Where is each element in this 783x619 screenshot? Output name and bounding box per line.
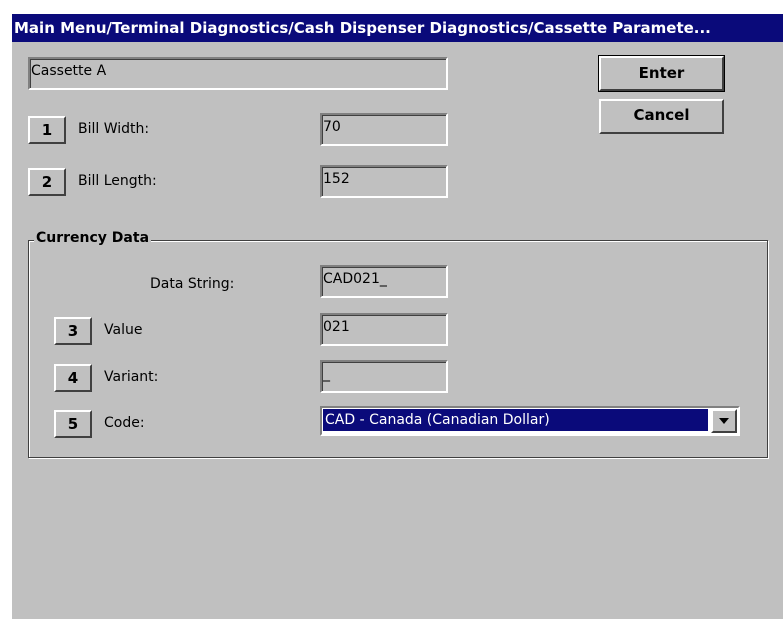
code-dropdown-button[interactable] (711, 409, 737, 433)
bill-width-button[interactable]: 1 (28, 116, 66, 144)
chevron-down-icon (719, 418, 729, 424)
cancel-button[interactable]: Cancel (599, 99, 724, 134)
data-string-field: CAD021_ (320, 265, 448, 298)
code-select[interactable]: CAD - Canada (Canadian Dollar) (320, 406, 740, 436)
currency-data-label: Currency Data (34, 230, 152, 246)
data-string-label: Data String: (150, 276, 235, 292)
variant-field[interactable]: _ (320, 360, 448, 393)
value-field[interactable]: 021 (320, 313, 448, 346)
window-title: Main Menu/Terminal Diagnostics/Cash Disp… (12, 14, 783, 42)
bill-length-field[interactable]: 152 (320, 165, 448, 198)
bill-width-field[interactable]: 70 (320, 113, 448, 146)
code-label: Code: (104, 415, 145, 431)
variant-button[interactable]: 4 (54, 364, 92, 392)
cassette-name-field[interactable]: Cassette A (28, 57, 448, 90)
enter-button[interactable]: Enter (598, 55, 725, 92)
code-button[interactable]: 5 (54, 410, 92, 438)
value-button[interactable]: 3 (54, 317, 92, 345)
bill-length-button[interactable]: 2 (28, 168, 66, 196)
bill-length-label: Bill Length: (78, 173, 157, 189)
variant-label: Variant: (104, 369, 159, 385)
bill-width-label: Bill Width: (78, 121, 150, 137)
value-label: Value (104, 322, 143, 338)
code-selected-value: CAD - Canada (Canadian Dollar) (323, 409, 708, 431)
